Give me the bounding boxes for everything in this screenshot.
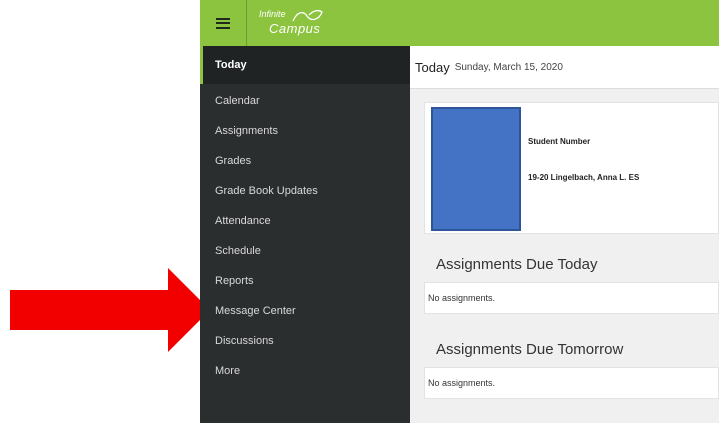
red-arrow-annotation: [10, 268, 210, 352]
student-name: 19-20 Lingelbach, Anna L. ES: [528, 173, 640, 182]
sidebar-item-discussions[interactable]: Discussions: [200, 326, 410, 356]
student-card[interactable]: Student Number 19-20 Lingelbach, Anna L.…: [424, 102, 719, 234]
section-heading: Assignments Due Tomorrow: [436, 340, 624, 358]
main-content: Today Sunday, March 15, 2020 Student Num…: [410, 46, 719, 423]
logo-line1: Infinite: [259, 9, 286, 19]
hamburger-icon: [216, 17, 230, 29]
student-photo: [431, 107, 521, 231]
sidebar-item-grade-book-updates[interactable]: Grade Book Updates: [200, 176, 410, 206]
top-bar: Infinite Campus: [200, 0, 719, 46]
app-window: Infinite Campus Today Calendar Assignmen…: [200, 0, 719, 423]
page-header: Today Sunday, March 15, 2020: [410, 46, 719, 89]
sidebar: Today Calendar Assignments Grades Grade …: [200, 46, 410, 423]
section-empty-text: No assignments.: [424, 367, 719, 399]
page-title: Today: [415, 59, 450, 75]
sidebar-item-message-center[interactable]: Message Center: [200, 296, 410, 326]
sidebar-item-schedule[interactable]: Schedule: [200, 236, 410, 266]
section-empty-text: No assignments.: [424, 282, 719, 314]
section-heading: Assignments Due Today: [436, 255, 598, 273]
sidebar-item-assignments[interactable]: Assignments: [200, 116, 410, 146]
assignments-due-tomorrow: Assignments Due Tomorrow No assignments.: [424, 331, 719, 399]
divider: [246, 0, 247, 46]
menu-button[interactable]: [200, 0, 246, 46]
sidebar-item-attendance[interactable]: Attendance: [200, 206, 410, 236]
logo-swoosh-icon: [292, 9, 323, 22]
sidebar-item-reports[interactable]: Reports: [200, 266, 410, 296]
sidebar-item-calendar[interactable]: Calendar: [200, 86, 410, 116]
sidebar-item-grades[interactable]: Grades: [200, 146, 410, 176]
assignments-due-today: Assignments Due Today No assignments.: [424, 246, 719, 314]
infinite-campus-logo[interactable]: Infinite Campus: [259, 6, 329, 40]
sidebar-item-today[interactable]: Today: [200, 46, 410, 84]
student-number-label: Student Number: [528, 137, 591, 146]
sidebar-item-more[interactable]: More: [200, 356, 410, 386]
page-date: Sunday, March 15, 2020: [454, 62, 563, 73]
